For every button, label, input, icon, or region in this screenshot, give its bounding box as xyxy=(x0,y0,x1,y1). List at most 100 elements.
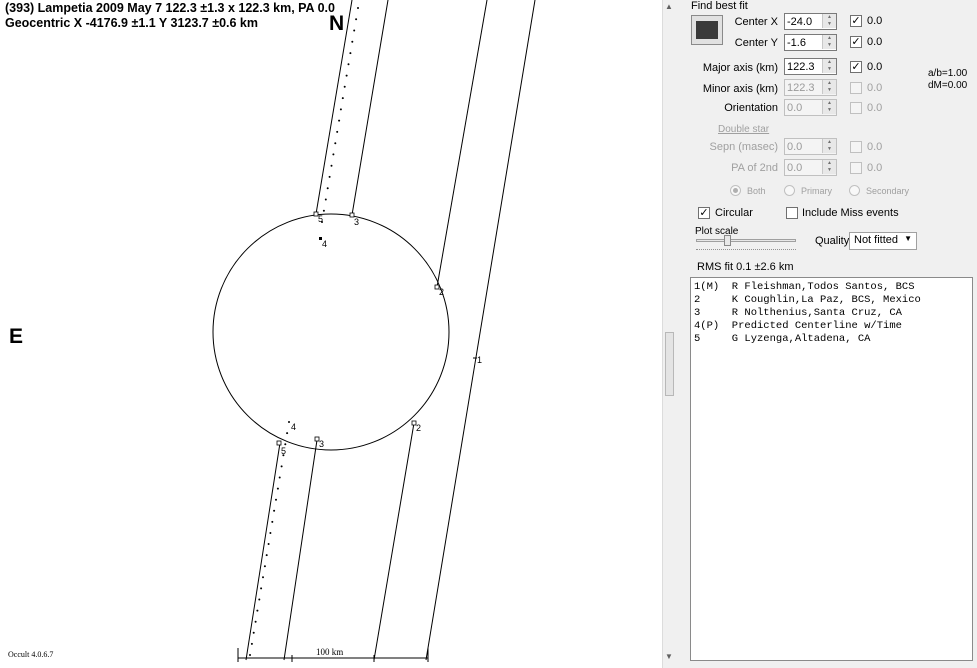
occultation-plot: (393) Lampetia 2009 May 7 122.3 ±1.3 x 1… xyxy=(0,0,662,668)
major-axis-spinner[interactable]: ▲ ▼ xyxy=(784,58,837,75)
chord-label-4-bottom: 4 xyxy=(291,422,297,432)
chord-5-bottom-line xyxy=(245,442,281,661)
plot-scale-label: Plot scale xyxy=(695,226,739,237)
centerline-dot xyxy=(341,97,344,100)
center-y-delta: 0.0 xyxy=(867,36,883,48)
centerline-dot xyxy=(334,142,337,145)
dropdown-arrow-icon[interactable]: ▼ xyxy=(904,234,912,243)
list-item[interactable]: 5 G Lyzenga,Altadena, CA xyxy=(694,333,870,345)
quality-label: Quality xyxy=(815,235,850,247)
spin-down-icon[interactable]: ▼ xyxy=(822,42,836,49)
centerline-dot xyxy=(288,421,290,423)
pa2-checkbox xyxy=(850,162,862,174)
centerline-dot xyxy=(254,620,257,623)
centerline-dot xyxy=(343,85,346,88)
list-item[interactable]: 4(P) Predicted Centerline w/Time xyxy=(694,320,902,332)
radio-secondary-label: Secondary xyxy=(866,186,910,196)
centerline-dot xyxy=(275,498,277,501)
plot-scrollbar[interactable]: ▲ ▼ xyxy=(662,0,676,668)
centerline-dot xyxy=(258,598,261,601)
center-x-delta: 0.0 xyxy=(867,15,883,27)
radio-both-label: Both xyxy=(747,186,766,196)
minor-axis-checkbox xyxy=(850,82,862,94)
centerline-dot xyxy=(357,7,359,9)
minor-axis-delta: 0.0 xyxy=(867,82,883,94)
delta-magnitude: dM=0.00 xyxy=(928,80,968,91)
centerline-dot xyxy=(286,432,289,435)
minor-axis-input xyxy=(785,80,821,95)
version-label: Occult 4.0.6.7 xyxy=(8,650,54,659)
center-y-spinner[interactable]: ▲ ▼ xyxy=(784,34,837,51)
include-miss-checkbox[interactable] xyxy=(786,207,798,219)
centerline-dot xyxy=(273,509,276,512)
spin-down-icon: ▼ xyxy=(822,107,836,114)
spin-up-icon: ▲ xyxy=(822,139,836,146)
centerline-dot xyxy=(355,18,358,21)
chord-3-bottom-line xyxy=(283,439,318,661)
quality-dropdown[interactable]: Not fitted ▼ xyxy=(849,232,917,250)
orientation-label: Orientation xyxy=(724,102,778,114)
east-label: E xyxy=(9,325,24,348)
pa2-spinner: ▲ ▼ xyxy=(784,159,837,176)
sepn-delta: 0.0 xyxy=(867,141,883,153)
centerline-dot xyxy=(326,187,329,190)
major-axis-label: Major axis (km) xyxy=(702,62,778,74)
spin-down-icon[interactable]: ▼ xyxy=(822,21,836,28)
predicted-centerline-dots-top xyxy=(321,7,359,223)
list-item[interactable]: 2 K Coughlin,La Paz, BCS, Mexico xyxy=(694,294,921,306)
sepn-input xyxy=(785,139,821,154)
plot-title: (393) Lampetia 2009 May 7 122.3 ±1.3 x 1… xyxy=(5,1,335,15)
center-x-spinner[interactable]: ▲ ▼ xyxy=(784,13,837,30)
spin-up-icon[interactable]: ▲ xyxy=(822,59,836,66)
centerline-dot xyxy=(280,465,283,468)
centerline-dot xyxy=(269,532,272,534)
center-y-checkbox[interactable]: ✓ xyxy=(850,36,862,48)
scrollbar-thumb[interactable] xyxy=(665,332,674,396)
sepn-spinner: ▲ ▼ xyxy=(784,138,837,155)
double-star-label: Double star xyxy=(718,124,770,135)
plot-scale-slider-thumb[interactable] xyxy=(723,235,731,246)
centerline-dot xyxy=(338,119,341,122)
chord-2-bottom-line xyxy=(373,422,415,661)
major-axis-checkbox[interactable]: ✓ xyxy=(850,61,862,73)
spin-up-icon[interactable]: ▲ xyxy=(822,14,836,21)
plot-scale-slider-ticks xyxy=(696,249,796,253)
plot-scale-slider-track[interactable] xyxy=(696,239,796,242)
chord-1-line xyxy=(425,0,536,661)
chord-label-4-top: 4 xyxy=(322,239,328,249)
centerline-dot xyxy=(256,609,259,612)
centerline-dot xyxy=(278,476,281,479)
spin-down-icon: ▼ xyxy=(822,87,836,94)
find-best-fit-label: Find best fit xyxy=(691,0,748,12)
spin-up-icon[interactable]: ▲ xyxy=(822,35,836,42)
orientation-checkbox xyxy=(850,102,862,114)
center-y-input[interactable] xyxy=(785,35,821,50)
radio-primary xyxy=(784,185,795,196)
circular-label: Circular xyxy=(715,207,753,219)
centerline-dot xyxy=(276,487,279,490)
major-axis-input[interactable] xyxy=(785,59,821,74)
spin-up-icon: ▲ xyxy=(822,80,836,87)
centerline-dot xyxy=(260,587,263,590)
scroll-up-arrow-icon[interactable]: ▲ xyxy=(665,2,673,11)
center-x-label: Center X xyxy=(734,16,778,28)
orientation-spinner: ▲ ▼ xyxy=(784,99,837,116)
list-item[interactable]: 1(M) R Fleishman,Todos Santos, BCS xyxy=(694,281,915,293)
minor-axis-label: Minor axis (km) xyxy=(702,83,778,95)
spin-down-icon: ▼ xyxy=(822,167,836,174)
center-x-input[interactable] xyxy=(785,14,821,29)
centerline-dot xyxy=(271,520,274,523)
centerline-dot xyxy=(252,631,255,634)
spin-down-icon[interactable]: ▼ xyxy=(822,66,836,73)
pa2-delta: 0.0 xyxy=(867,162,883,174)
observers-list[interactable]: 1(M) R Fleishman,Todos Santos, BCS 2 K C… xyxy=(690,277,973,661)
scroll-down-arrow-icon[interactable]: ▼ xyxy=(665,652,673,661)
center-x-checkbox[interactable]: ✓ xyxy=(850,15,862,27)
chord-3-top-line xyxy=(351,0,389,216)
list-item[interactable]: 3 R Nolthenius,Santa Cruz, CA xyxy=(694,307,902,319)
sepn-checkbox xyxy=(850,141,862,153)
asteroid-outline xyxy=(212,213,450,451)
circular-checkbox[interactable]: ✓ xyxy=(698,207,710,219)
chord-label-3-top: 3 xyxy=(354,217,360,227)
centerline-dot xyxy=(328,175,331,178)
